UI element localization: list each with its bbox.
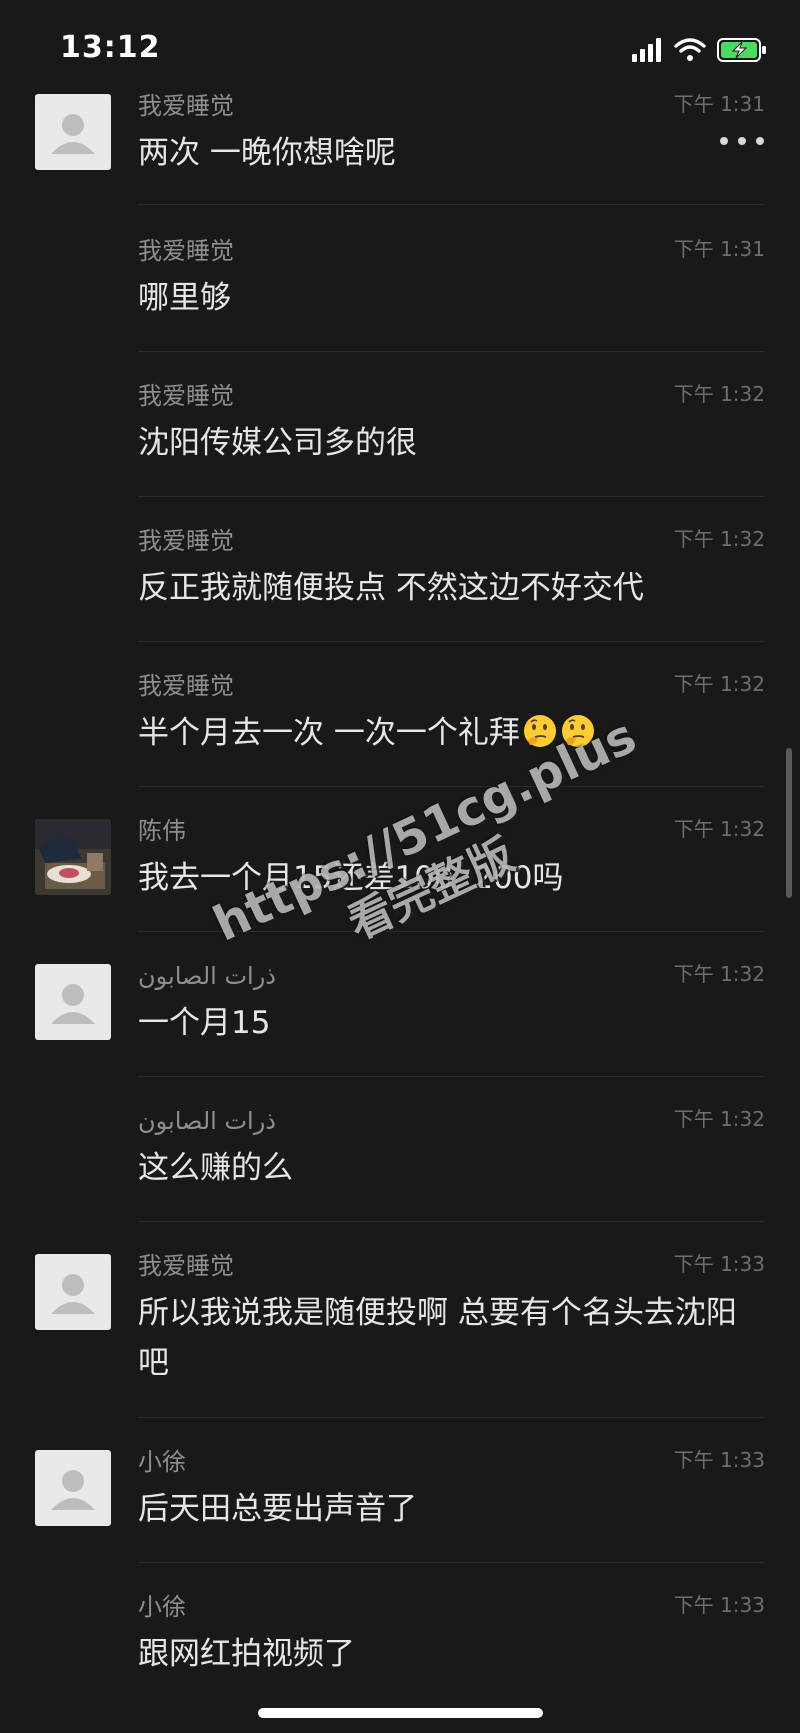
message-time: 下午 1:32 (673, 817, 765, 841)
thinking-face-icon (561, 715, 594, 747)
home-indicator[interactable] (258, 1708, 543, 1718)
message-body: 半个月去一次 一次一个礼拜 (138, 708, 758, 758)
sender-name: 我爱睡觉 (138, 672, 234, 700)
message-text: 我去一个月15还差100, 200吗 (138, 860, 564, 896)
status-bar: 13:12 (0, 0, 800, 95)
status-icons (630, 36, 770, 64)
message-time: 下午 1:33 (673, 1252, 765, 1276)
message-text: 这么赚的么 (138, 1150, 293, 1186)
sender-name: 我爱睡觉 (138, 527, 234, 555)
divider (138, 931, 765, 932)
message-text: 半个月去一次 一次一个礼拜 (138, 715, 520, 751)
message-time: 下午 1:31 (673, 237, 765, 261)
message-time: 下午 1:33 (673, 1448, 765, 1472)
status-time: 13:12 (60, 30, 161, 65)
message-text: 后天田总要出声音了 (138, 1491, 417, 1527)
message-time: 下午 1:32 (673, 962, 765, 986)
divider (138, 1562, 765, 1563)
message-text: 跟网红拍视频了 (138, 1636, 355, 1672)
photo-avatar-icon[interactable] (35, 819, 111, 895)
message-text: 所以我说我是随便投啊 总要有个名头去沈阳吧 (138, 1295, 737, 1381)
sender-name: 我爱睡觉 (138, 92, 234, 120)
divider (138, 1221, 765, 1222)
message-time: 下午 1:32 (673, 672, 765, 696)
message-text: 哪里够 (138, 280, 231, 316)
sender-name: ذرات الصابون (138, 1107, 276, 1135)
divider (138, 1417, 765, 1418)
message-text: 反正我就随便投点 不然这边不好交代 (138, 570, 644, 606)
message-text: 沈阳传媒公司多的很 (138, 425, 417, 461)
divider (138, 496, 765, 497)
divider (138, 641, 765, 642)
sender-name: 我爱睡觉 (138, 237, 234, 265)
sender-name: 我爱睡觉 (138, 1252, 234, 1280)
wifi-icon (674, 38, 706, 61)
message-time: 下午 1:32 (673, 382, 765, 406)
message-time: 下午 1:32 (673, 527, 765, 551)
signal-icon (632, 38, 661, 62)
message-time: 下午 1:32 (673, 1107, 765, 1131)
default-avatar-icon[interactable] (35, 964, 111, 1040)
default-avatar-icon[interactable] (35, 1254, 111, 1330)
default-avatar-icon[interactable] (35, 1450, 111, 1526)
scrollbar[interactable] (786, 748, 792, 898)
chat-screen: 13:12 我爱睡觉 下午 1:31 两次 一晚你想啥呢 我爱睡觉 下午 1:3… (0, 0, 800, 1733)
message-time: 下午 1:33 (673, 1593, 765, 1617)
sender-name: 小徐 (138, 1593, 186, 1621)
divider (138, 204, 765, 205)
thinking-face-icon (523, 715, 556, 747)
message-text: 两次 一晚你想啥呢 (138, 135, 396, 171)
sender-name: 我爱睡觉 (138, 382, 234, 410)
divider (138, 351, 765, 352)
divider (138, 1076, 765, 1077)
message-text: 一个月15 (138, 1005, 271, 1041)
default-avatar-icon[interactable] (35, 94, 111, 170)
sender-name: ذرات الصابون (138, 962, 276, 990)
divider (138, 786, 765, 787)
sender-name: 小徐 (138, 1448, 186, 1476)
battery-charging-icon (717, 38, 766, 62)
sender-name: 陈伟 (138, 817, 186, 845)
message-time: 下午 1:31 (673, 92, 765, 116)
